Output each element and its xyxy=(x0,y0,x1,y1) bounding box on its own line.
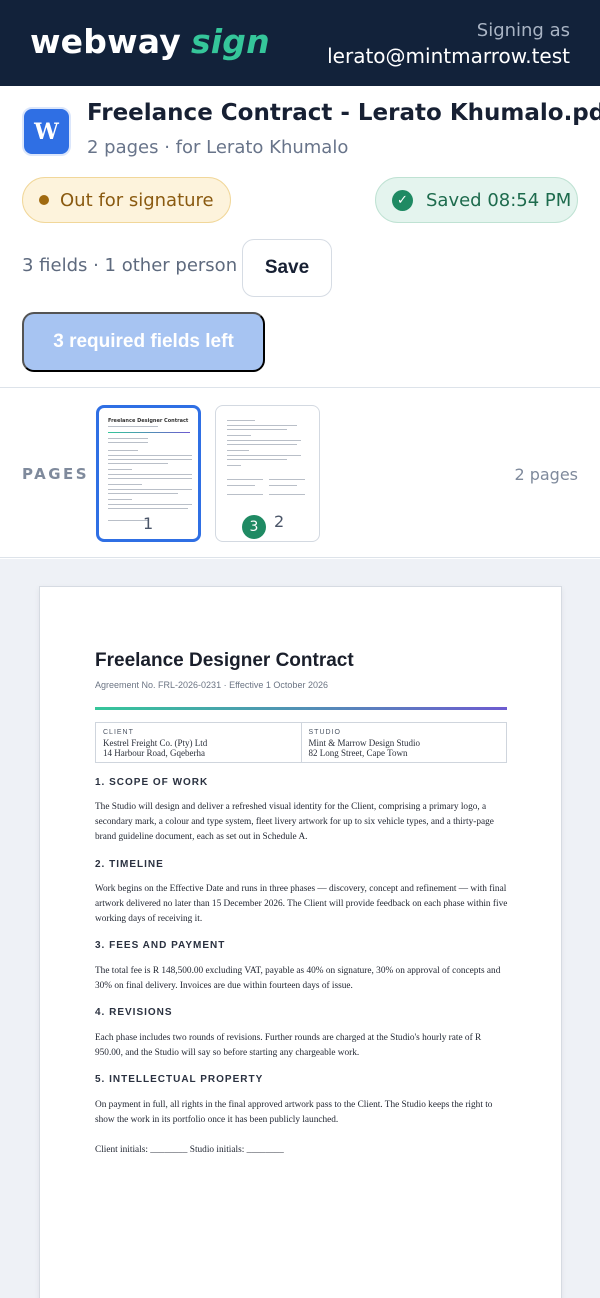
studio-name: Mint & Marrow Design Studio xyxy=(308,738,421,748)
client-address: 14 Harbour Road, Gqeberha xyxy=(103,748,205,758)
fields-summary: 3 fields · 1 other person xyxy=(22,255,238,276)
thumbnail-title: Freelance Designer Contract xyxy=(108,418,189,424)
signer-email: lerato@mintmarrow.test xyxy=(327,44,570,68)
studio-label: STUDIO xyxy=(308,729,341,736)
page-thumbnail-2[interactable]: 3 2 xyxy=(215,405,320,542)
document-viewer[interactable]: Freelance Designer Contract Agreement No… xyxy=(0,559,600,1298)
section-heading: 5. INTELLECTUAL PROPERTY xyxy=(95,1074,264,1085)
page-number: 2 xyxy=(274,512,285,531)
signing-as-label: Signing as xyxy=(476,20,570,41)
status-dot-icon xyxy=(39,195,49,205)
document-page: Freelance Designer Contract Agreement No… xyxy=(39,586,562,1298)
signer-info: Signing as lerato@mintmarrow.test xyxy=(327,19,570,70)
title-divider xyxy=(95,707,507,710)
client-label: CLIENT xyxy=(103,729,134,736)
section-text: Work begins on the Effective Date and ru… xyxy=(95,884,508,924)
pages-count: 2 pages xyxy=(514,465,578,484)
parties-table: CLIENT Kestrel Freight Co. (Pty) Ltd 14 … xyxy=(95,722,507,763)
status-badge: Out for signature xyxy=(22,177,231,223)
check-circle-icon: ✓ xyxy=(392,189,413,211)
document-subtitle: 2 pages · for Lerato Khumalo xyxy=(87,137,349,158)
contract-title: Freelance Designer Contract xyxy=(95,650,354,671)
document-header: W Freelance Contract - Lerato Khumalo.pd… xyxy=(0,86,600,388)
section-text: The Studio will design and deliver a ref… xyxy=(95,802,494,842)
document-title: Freelance Contract - Lerato Khumalo.pdf xyxy=(87,100,600,126)
page-thumbnail-1[interactable]: Freelance Designer Contract 1 xyxy=(96,405,201,542)
section-text: The total fee is R 148,500.00 excluding … xyxy=(95,966,501,991)
client-name: Kestrel Freight Co. (Pty) Ltd xyxy=(103,738,208,748)
top-bar: webway sign Signing as lerato@mintmarrow.… xyxy=(0,0,600,86)
section-heading: 4. REVISIONS xyxy=(95,1007,173,1018)
logo-sign: sign xyxy=(190,22,270,61)
initials-line: Client initials: ________ Studio initial… xyxy=(95,1145,284,1155)
required-fields-button[interactable]: 3 required fields left xyxy=(22,312,265,372)
studio-cell: STUDIO Mint & Marrow Design Studio 82 Lo… xyxy=(300,723,507,762)
logo-word: webway xyxy=(30,22,181,61)
client-cell: CLIENT Kestrel Freight Co. (Pty) Ltd 14 … xyxy=(96,723,301,762)
app-logo[interactable]: webway sign xyxy=(30,22,270,61)
pages-strip: PAGES Freelance Designer Contract 1 3 2 … xyxy=(0,389,600,558)
section-text: On payment in full, all rights in the fi… xyxy=(95,1100,493,1125)
section-heading: 3. FEES AND PAYMENT xyxy=(95,940,226,951)
saved-label: Saved 08:54 PM xyxy=(426,189,572,211)
pending-fields-badge: 3 xyxy=(242,515,266,539)
section-text: Each phase includes two rounds of revisi… xyxy=(95,1033,482,1058)
section-heading: 2. TIMELINE xyxy=(95,859,164,870)
word-document-icon: W xyxy=(22,107,71,156)
status-label: Out for signature xyxy=(60,189,214,211)
studio-address: 82 Long Street, Cape Town xyxy=(308,748,408,758)
section-heading: 1. SCOPE OF WORK xyxy=(95,777,209,788)
page-number: 1 xyxy=(143,514,154,533)
contract-meta: Agreement No. FRL-2026-0231 · Effective … xyxy=(95,680,328,690)
save-button[interactable]: Save xyxy=(242,239,332,297)
saved-badge: ✓ Saved 08:54 PM xyxy=(375,177,578,223)
pages-label: PAGES xyxy=(22,465,90,483)
